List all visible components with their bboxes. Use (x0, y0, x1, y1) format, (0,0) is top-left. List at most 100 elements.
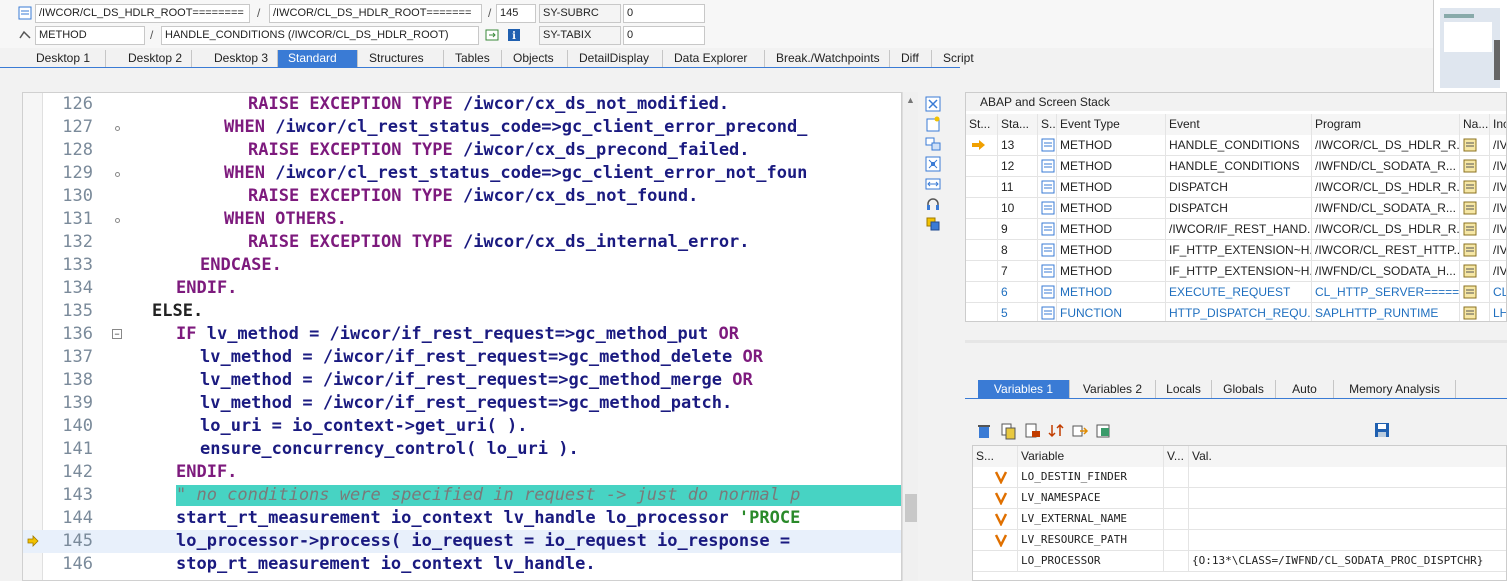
maximize-icon[interactable] (925, 156, 941, 172)
column-header[interactable]: S... (973, 446, 1018, 467)
navigate-cell[interactable] (1460, 177, 1490, 198)
tab-script[interactable]: Script (932, 50, 982, 67)
method-field[interactable]: HANDLE_CONDITIONS (/IWCOR/CL_DS_HDLR_ROO… (161, 26, 479, 45)
copy-icon[interactable] (999, 422, 1017, 440)
code-line[interactable]: 133 ENDCASE. (23, 254, 901, 277)
variable-value[interactable] (1189, 530, 1506, 551)
info-icon[interactable]: i (507, 28, 521, 42)
headset-icon[interactable] (925, 196, 941, 212)
close-view-icon[interactable] (925, 96, 941, 112)
tab-standard[interactable]: Standard (278, 50, 358, 67)
scroll-up-icon[interactable]: ▲ (906, 95, 915, 105)
tab-desktop-2[interactable]: Desktop 2 (106, 50, 192, 67)
code-line[interactable]: 143 " no conditions were specified in re… (23, 484, 901, 507)
new-view-icon[interactable] (925, 116, 941, 132)
navigate-cell[interactable] (1460, 261, 1490, 282)
tab-auto[interactable]: Auto (1276, 380, 1334, 398)
tab-tables[interactable]: Tables (444, 50, 502, 67)
variable-row[interactable]: LV_EXTERNAL_NAME (973, 509, 1506, 530)
panel-divider[interactable] (965, 340, 1507, 343)
variable-value[interactable] (1189, 488, 1506, 509)
column-header[interactable]: V... (1164, 446, 1189, 467)
tab-objects[interactable]: Objects (502, 50, 568, 67)
code-line[interactable]: 139 lv_method = /iwcor/if_rest_request=>… (23, 392, 901, 415)
stack-row[interactable]: 8 METHOD IF_HTTP_EXTENSION~H.../IWCOR/CL_R… (966, 240, 1506, 261)
code-line[interactable]: 137 lv_method = /iwcor/if_rest_request=>… (23, 346, 901, 369)
code-line[interactable]: 131 WHEN OTHERS. (23, 208, 901, 231)
code-line[interactable]: 126 RAISE EXCEPTION TYPE /iwcor/cx_ds_no… (23, 93, 901, 116)
export-icon[interactable] (1071, 422, 1089, 440)
tab-detaildisplay[interactable]: DetailDisplay (568, 50, 663, 67)
code-line[interactable]: 142 ENDIF. (23, 461, 901, 484)
variable-row[interactable]: LV_NAMESPACE (973, 488, 1506, 509)
stack-row[interactable]: 7 METHOD IF_HTTP_EXTENSION~H.../IWFND/CL_S… (966, 261, 1506, 282)
code-line[interactable]: 141 ensure_concurrency_control( lo_uri )… (23, 438, 901, 461)
navigate-cell[interactable] (1460, 135, 1490, 156)
column-header[interactable]: Variable (1018, 446, 1164, 467)
code-line[interactable]: 130 RAISE EXCEPTION TYPE /iwcor/cx_ds_no… (23, 185, 901, 208)
sy-subrc-value[interactable]: 0 (623, 4, 705, 23)
stack-row[interactable]: 13 METHOD HANDLE_CONDITIONS/IWCOR/CL_DS_HD… (966, 135, 1506, 156)
code-line[interactable]: 146 stop_rt_measurement io_context lv_ha… (23, 553, 901, 576)
tab-variables-1[interactable]: Variables 1 (978, 380, 1070, 398)
column-header[interactable]: Val. (1189, 446, 1506, 467)
navigate-icon[interactable] (485, 28, 499, 42)
code-line[interactable]: 138 lv_method = /iwcor/if_rest_request=>… (23, 369, 901, 392)
stack-row[interactable]: 11 METHOD DISPATCH/IWCOR/CL_DS_HDLR_R... /I… (966, 177, 1506, 198)
filter-icon[interactable] (1095, 422, 1113, 440)
column-header[interactable]: Program (1312, 114, 1460, 135)
variable-name[interactable]: LV_EXTERNAL_NAME (1018, 509, 1164, 530)
current-line[interactable]: 145 lo_processor->process( io_request = … (23, 530, 901, 553)
code-line[interactable]: 134 ENDIF. (23, 277, 901, 300)
column-header[interactable]: Event (1166, 114, 1312, 135)
variable-name[interactable]: LO_PROCESSOR (1018, 551, 1164, 572)
edit-icon[interactable] (1023, 422, 1041, 440)
column-header[interactable]: Sta... (998, 114, 1038, 135)
sort-icon[interactable] (1047, 422, 1065, 440)
navigate-cell[interactable] (1460, 240, 1490, 261)
variable-row[interactable]: LO_DESTIN_FINDER (973, 467, 1506, 488)
stack-row[interactable]: 5 FUNCTION HTTP_DISPATCH_REQU... SAPLHTTP_R… (966, 303, 1506, 321)
variable-value[interactable] (1189, 467, 1506, 488)
code-line[interactable]: 132 RAISE EXCEPTION TYPE /iwcor/cx_ds_in… (23, 231, 901, 254)
code-line[interactable]: 144 start_rt_measurement io_context lv_h… (23, 507, 901, 530)
event-type-field[interactable]: METHOD (35, 26, 145, 45)
stack-row[interactable]: 12 METHOD HANDLE_CONDITIONS/IWFND/CL_SODAT… (966, 156, 1506, 177)
program-field-1[interactable]: /IWCOR/CL_DS_HDLR_ROOT======== (35, 4, 250, 23)
navigate-cell[interactable] (1460, 303, 1490, 321)
tab-globals[interactable]: Globals (1212, 380, 1276, 398)
column-header[interactable]: St... (966, 114, 998, 135)
tab-desktop-3[interactable]: Desktop 3 (192, 50, 278, 67)
stack-row[interactable]: 9 METHOD/IWCOR/IF_REST_HAND.../IWCOR/CL_D… (966, 219, 1506, 240)
variable-row[interactable]: LO_PROCESSOR {O:13*\CLASS=/IWFND/CL_SODAT… (973, 551, 1506, 572)
column-header[interactable]: Inc (1490, 114, 1506, 135)
tab-locals[interactable]: Locals (1156, 380, 1212, 398)
tab-desktop-1[interactable]: Desktop 1 (14, 50, 106, 67)
tab-data-explorer[interactable]: Data Explorer (663, 50, 765, 67)
editor-scrollbar[interactable]: ▲ (902, 92, 918, 581)
scrollbar-thumb[interactable] (905, 494, 917, 522)
collapse-toggle[interactable]: − (112, 329, 122, 339)
code-line[interactable]: 128 RAISE EXCEPTION TYPE /iwcor/cx_ds_pr… (23, 139, 901, 162)
column-header[interactable]: Event Type (1057, 114, 1166, 135)
tab-variables-2[interactable]: Variables 2 (1070, 380, 1156, 398)
navigate-cell[interactable] (1460, 219, 1490, 240)
tab-diff[interactable]: Diff (890, 50, 932, 67)
code-line[interactable]: 127 WHEN /iwcor/cl_rest_status_code=>gc_… (23, 116, 901, 139)
code-line[interactable]: 135 ELSE. (23, 300, 901, 323)
column-header[interactable]: Na... (1460, 114, 1490, 135)
resize-icon[interactable] (925, 176, 941, 192)
save-icon[interactable] (1374, 422, 1390, 441)
navigate-cell[interactable] (1460, 198, 1490, 219)
sy-tabix-value[interactable]: 0 (623, 26, 705, 45)
tab-structures[interactable]: Structures (358, 50, 444, 67)
tab-memory-analysis[interactable]: Memory Analysis (1334, 380, 1456, 398)
variable-value[interactable]: {O:13*\CLASS=/IWFND/CL_SODATA_PROC_DISPT… (1189, 551, 1506, 572)
tab-breakpoints[interactable]: Break./Watchpoints (765, 50, 890, 67)
variable-name[interactable]: LV_NAMESPACE (1018, 488, 1164, 509)
code-line[interactable]: 136 − IF lv_method = /iwcor/if_rest_requ… (23, 323, 901, 346)
navigate-cell[interactable] (1460, 282, 1490, 303)
stack-row[interactable]: 10 METHOD DISPATCH/IWFND/CL_SODATA_R... /IV (966, 198, 1506, 219)
variable-value[interactable] (1189, 509, 1506, 530)
source-editor[interactable]: 126 RAISE EXCEPTION TYPE /iwcor/cx_ds_no… (22, 92, 902, 581)
